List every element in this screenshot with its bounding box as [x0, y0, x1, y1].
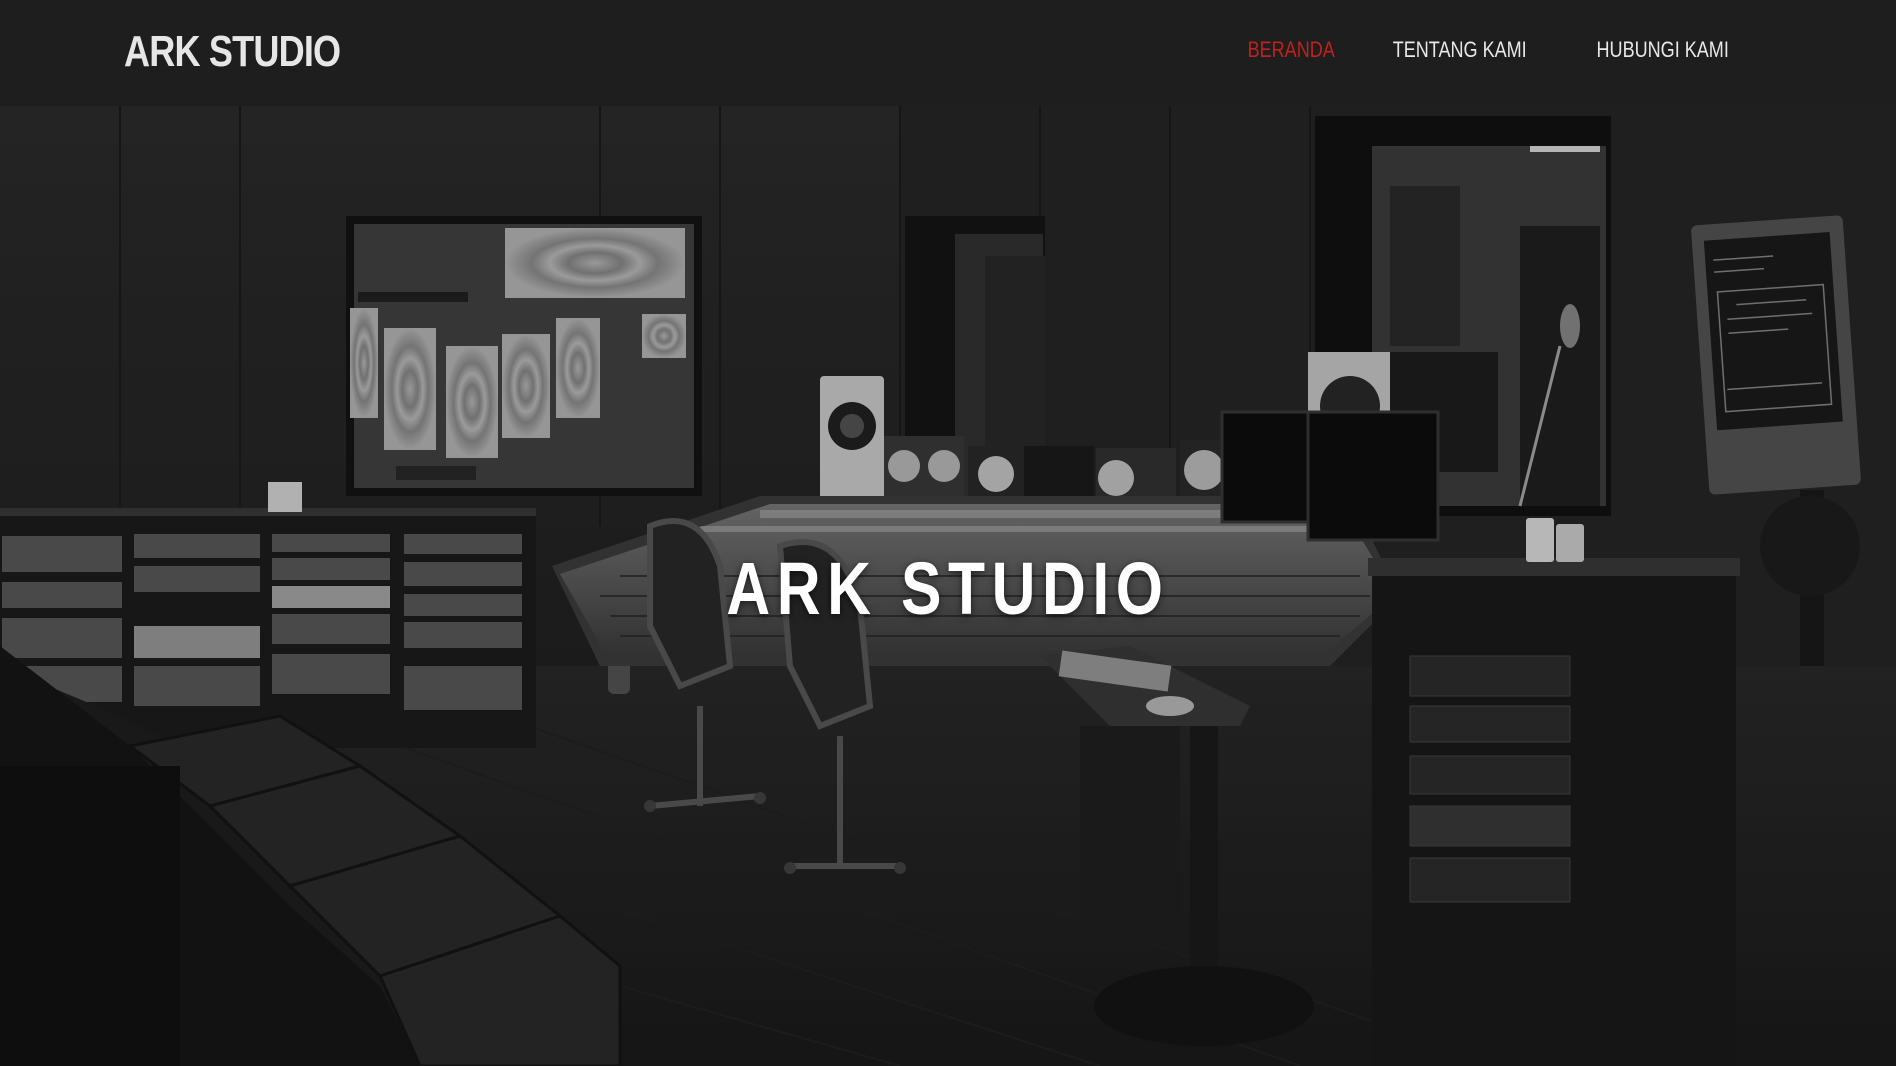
hero-section: ARK STUDIO — [0, 106, 1896, 1066]
nav-item-tentang-kami[interactable]: TENTANG KAMI — [1393, 34, 1527, 66]
main-nav: BERANDA TENTANG KAMI HUBUNGI KAMI — [1238, 34, 1743, 66]
nav-item-beranda[interactable]: BERANDA — [1247, 34, 1334, 66]
brand-logo[interactable]: ARK STUDIO — [124, 24, 341, 80]
page: ARK STUDIO BERANDA TENTANG KAMI HUBUNGI … — [0, 0, 1896, 1066]
navbar: ARK STUDIO BERANDA TENTANG KAMI HUBUNGI … — [0, 0, 1896, 106]
nav-item-hubungi-kami[interactable]: HUBUNGI KAMI — [1596, 34, 1728, 66]
hero-title: ARK STUDIO — [726, 547, 1170, 630]
